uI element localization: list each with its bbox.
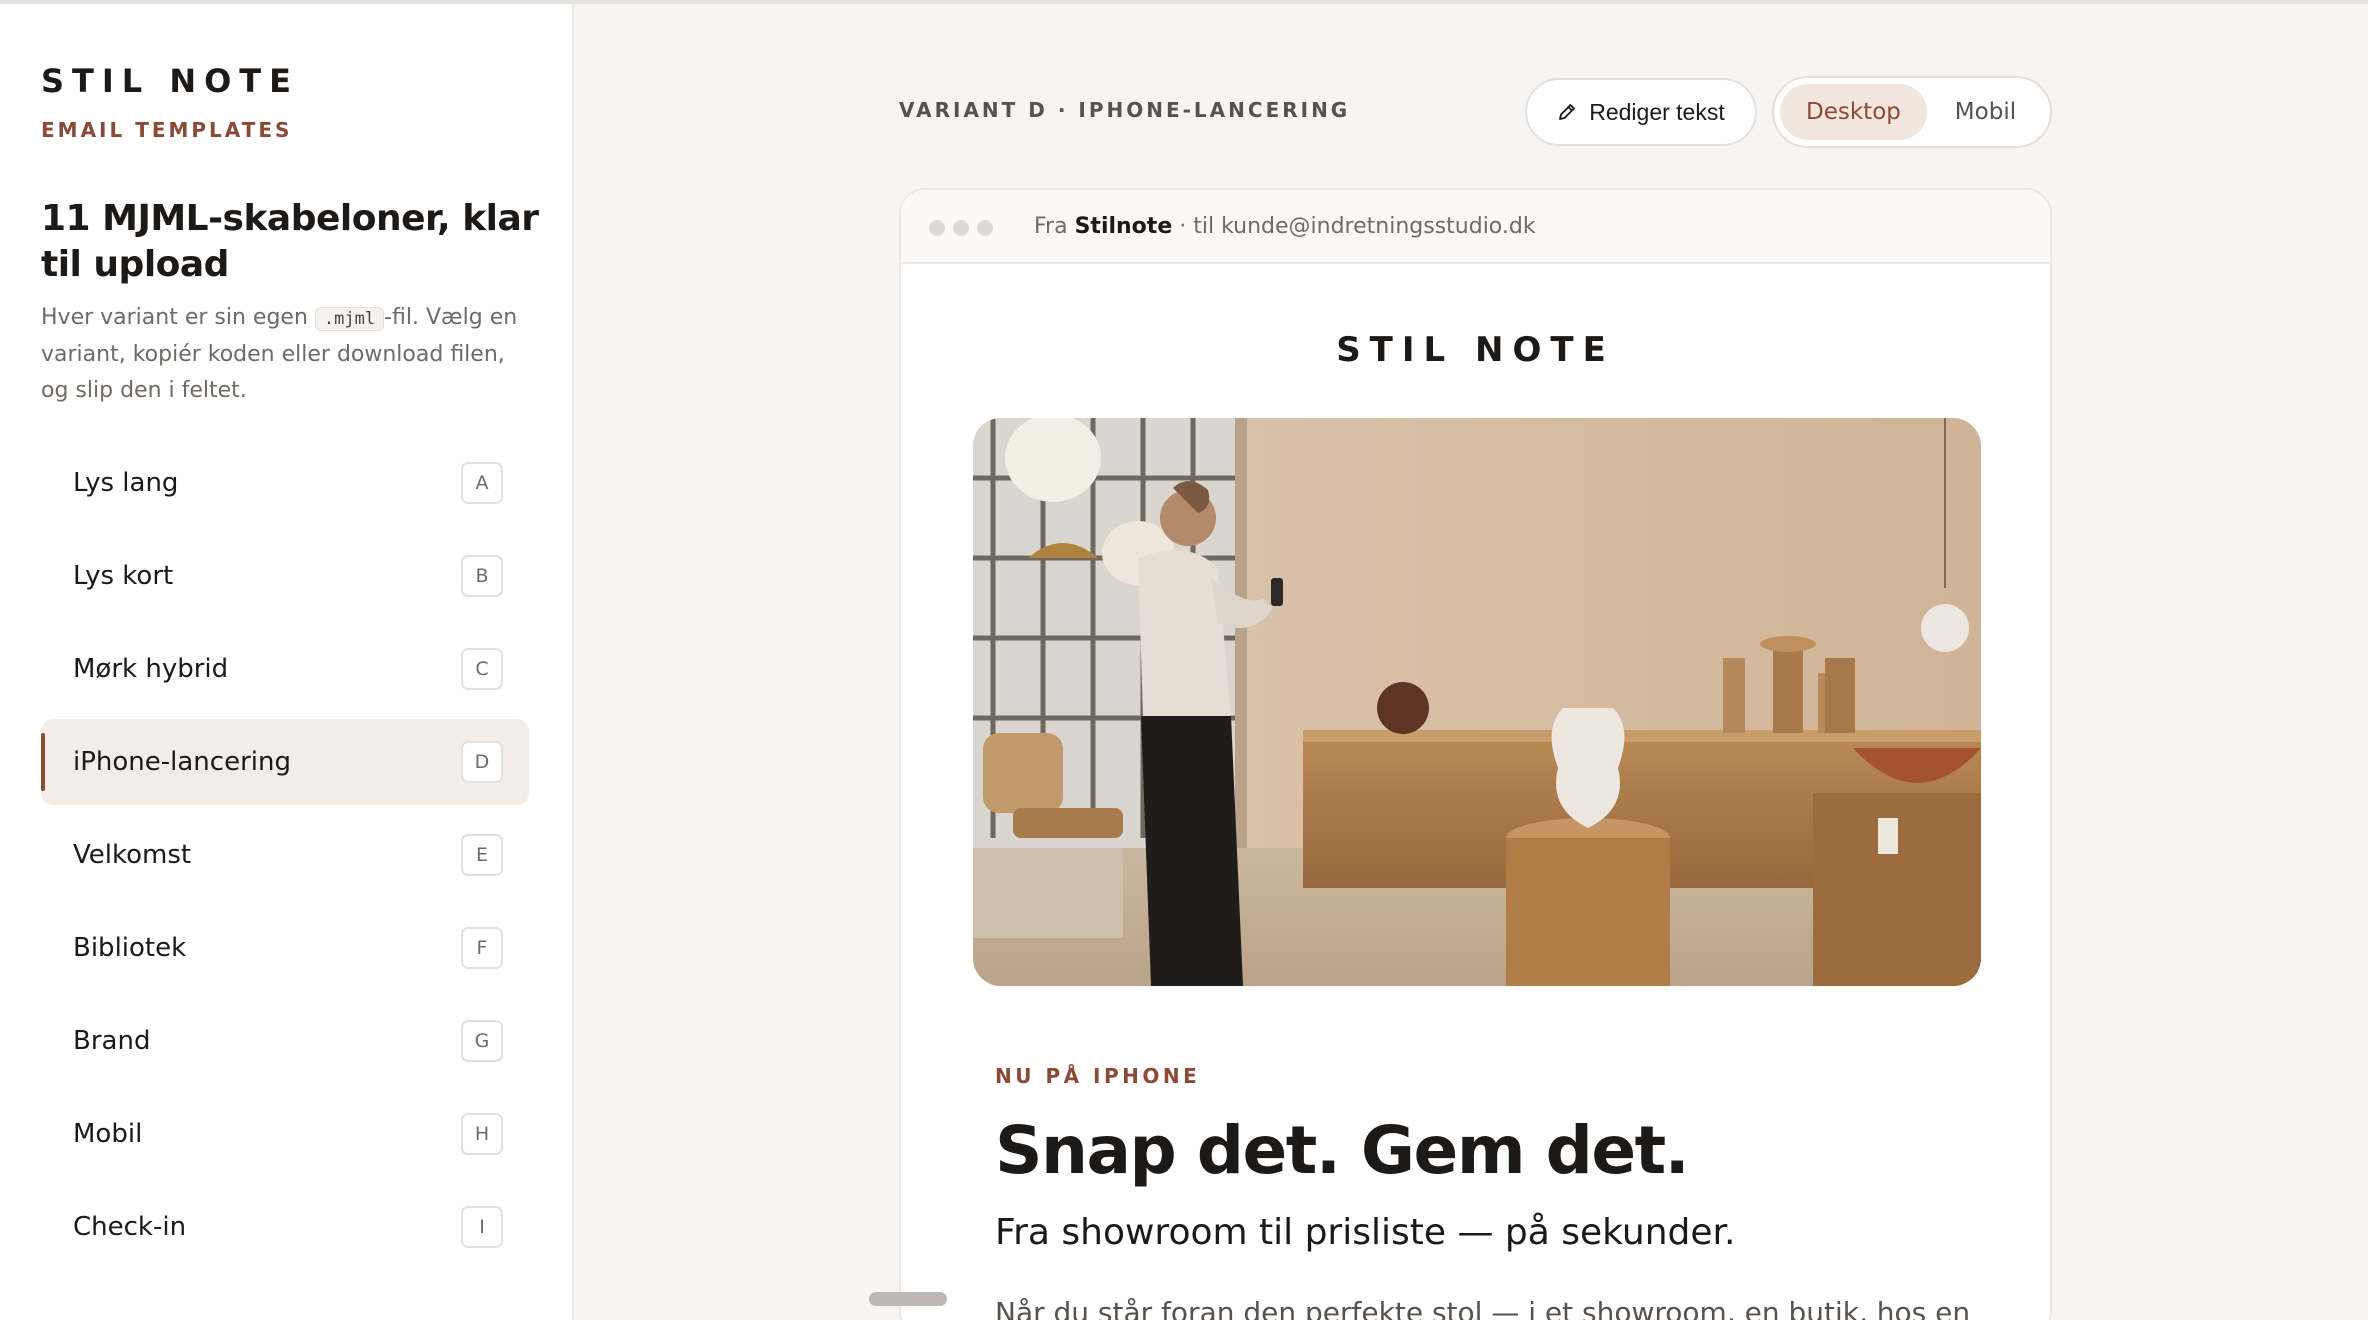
edit-text-label: Rediger tekst <box>1589 98 1725 125</box>
variant-item-brand[interactable]: Brand G <box>41 998 529 1084</box>
variant-key-badge: E <box>461 834 503 876</box>
preview-titlebar: Fra Stilnote · til kunde@indretningsstud… <box>901 190 2050 264</box>
variant-list: Lys lang A Lys kort B Mørk hybrid C iPho… <box>41 440 529 1277</box>
variant-item-mobil[interactable]: Mobil H <box>41 1091 529 1177</box>
toggle-desktop[interactable]: Desktop <box>1780 84 1927 140</box>
variant-title: VARIANT D · IPHONE-LANCERING <box>899 98 1351 122</box>
email-brand-logo: STIL NOTE <box>1336 330 1615 370</box>
variant-item-velkomst[interactable]: Velkomst E <box>41 812 529 898</box>
from-prefix: Fra <box>1034 214 1075 239</box>
variant-key-badge: C <box>461 648 503 690</box>
edit-text-button[interactable]: Rediger tekst <box>1525 78 1757 146</box>
eyebrow-label: NU PÅ IPHONE <box>995 1064 1201 1088</box>
variant-key-badge: F <box>461 927 503 969</box>
sidebar-description: Hver variant er sin egen .mjml -fil. Vælg… <box>41 300 531 409</box>
variant-item-bibliotek[interactable]: Bibliotek F <box>41 905 529 991</box>
toggle-mobile[interactable]: Mobil <box>1927 84 2044 140</box>
email-subheadline: Fra showroom til prisliste — på sekunder… <box>995 1212 1736 1253</box>
window-dot <box>977 220 993 236</box>
desc-text-1: Hver variant er sin egen <box>41 305 315 330</box>
sender-line: Fra Stilnote · til kunde@indretningsstud… <box>1034 214 1536 239</box>
variant-key-badge: D <box>461 741 503 783</box>
window-dot <box>953 220 969 236</box>
variant-key-badge: H <box>461 1113 503 1155</box>
window-dot <box>929 220 945 236</box>
brand-subtitle: EMAIL TEMPLATES <box>41 118 293 142</box>
variant-key-badge: I <box>461 1206 503 1248</box>
sender-name: Stilnote <box>1074 214 1173 239</box>
variant-label: Lys kort <box>73 561 174 591</box>
view-toggle: Desktop Mobil <box>1772 76 2052 148</box>
sidebar-heading: 11 MJML-skabeloner, klar til upload <box>41 198 539 285</box>
variant-label: Velkomst <box>73 840 192 870</box>
pencil-icon <box>1559 104 1576 120</box>
variant-label: Mobil <box>73 1119 143 1149</box>
variant-label: Check-in <box>73 1212 187 1242</box>
variant-label: iPhone-lancering <box>73 747 291 777</box>
variant-label: Brand <box>73 1026 151 1056</box>
email-body-text: Når du står foran den perfekte stol — i … <box>995 1296 1971 1320</box>
mjml-code-tag: .mjml <box>314 307 385 331</box>
brand-logo: STIL NOTE <box>41 62 299 100</box>
email-headline: Snap det. Gem det. <box>995 1112 1690 1189</box>
variant-item-check-in[interactable]: Check-in I <box>41 1184 529 1270</box>
showroom-photo <box>973 418 1981 986</box>
email-preview: Fra Stilnote · til kunde@indretningsstud… <box>899 188 2052 1320</box>
scroll-handle[interactable] <box>869 1292 947 1306</box>
variant-label: Bibliotek <box>73 933 187 963</box>
variant-key-badge: B <box>461 555 503 597</box>
variant-item-lys-lang[interactable]: Lys lang A <box>41 440 529 526</box>
hero-image <box>973 418 1981 986</box>
variant-item-iphone-lancering[interactable]: iPhone-lancering D <box>41 719 529 805</box>
variant-key-badge: A <box>461 462 503 504</box>
variant-item-lys-kort[interactable]: Lys kort B <box>41 533 529 619</box>
recipient: · til kunde@indretningsstudio.dk <box>1172 214 1536 239</box>
variant-label: Mørk hybrid <box>73 654 229 684</box>
sidebar: STIL NOTE EMAIL TEMPLATES 11 MJML-skabel… <box>0 4 574 1320</box>
variant-item-moerk-hybrid[interactable]: Mørk hybrid C <box>41 626 529 712</box>
variant-key-badge: G <box>461 1020 503 1062</box>
variant-label: Lys lang <box>73 468 179 498</box>
